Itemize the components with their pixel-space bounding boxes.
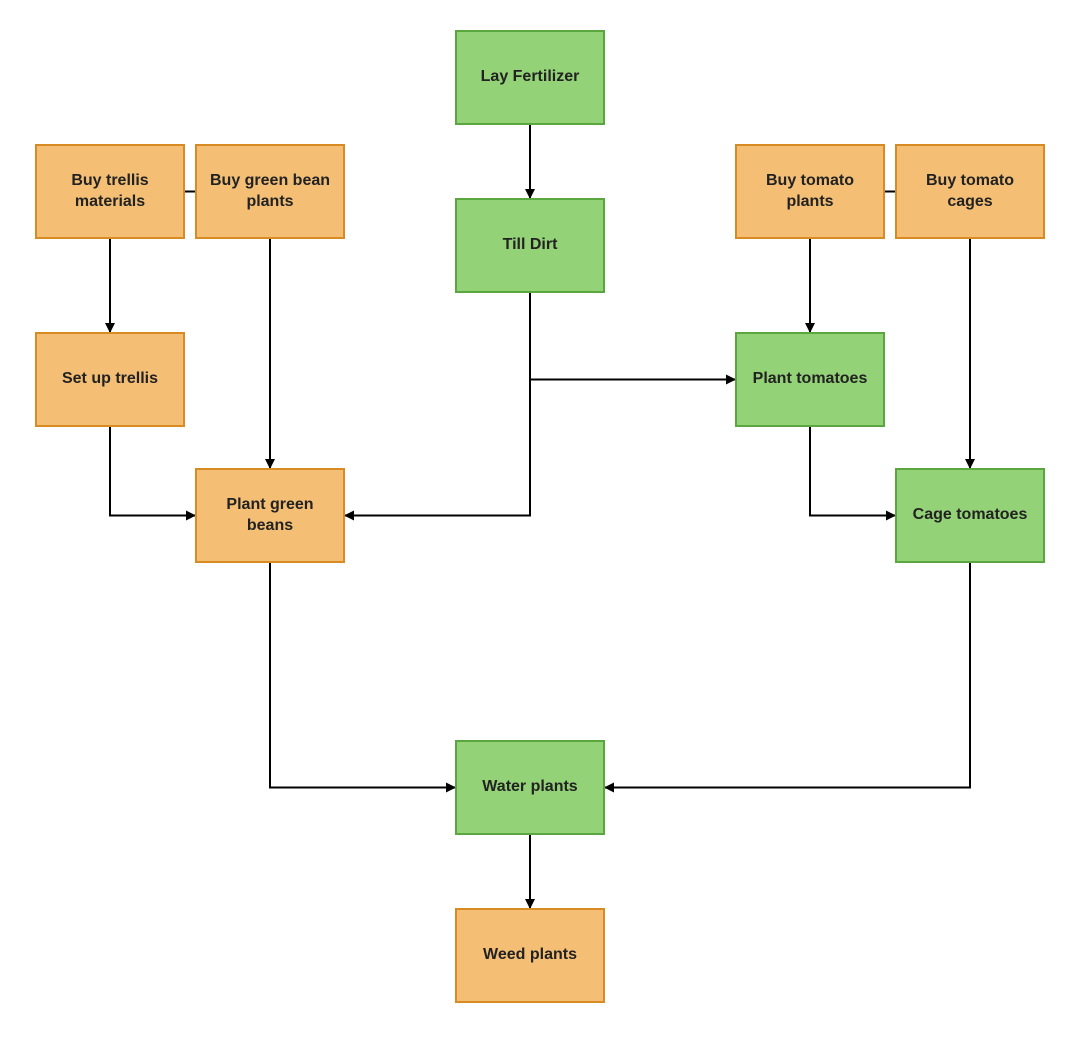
- connector-till_dirt-to-plant_green_beans: [345, 293, 530, 516]
- node-set-up-trellis: Set up trellis: [35, 332, 185, 427]
- connector-till_dirt-to-plant_tomatoes: [530, 293, 735, 380]
- node-label: Weed plants: [483, 945, 577, 966]
- node-weed-plants: Weed plants: [455, 908, 605, 1003]
- node-label: Plant tomatoes: [753, 369, 868, 390]
- node-lay-fertilizer: Lay Fertilizer: [455, 30, 605, 125]
- node-label: Set up trellis: [62, 369, 158, 390]
- node-cage-tomatoes: Cage tomatoes: [895, 468, 1045, 563]
- flowchart-canvas: Lay Fertilizer Till Dirt Buy trellis mat…: [0, 0, 1079, 1048]
- node-label: Buy trellis materials: [43, 171, 177, 213]
- node-plant-green-beans: Plant green beans: [195, 468, 345, 563]
- node-plant-tomatoes: Plant tomatoes: [735, 332, 885, 427]
- connector-cage_tomatoes-to-water_plants: [605, 563, 970, 788]
- connector-plant_tomatoes-to-cage_tomatoes: [810, 427, 895, 516]
- connector-plant_green_beans-to-water_plants: [270, 563, 455, 788]
- node-label: Plant green beans: [203, 495, 337, 537]
- node-buy-tomato-cages: Buy tomato cages: [895, 144, 1045, 239]
- connector-set_up_trellis-to-plant_green_beans: [110, 427, 195, 516]
- node-water-plants: Water plants: [455, 740, 605, 835]
- node-label: Till Dirt: [503, 235, 558, 256]
- node-till-dirt: Till Dirt: [455, 198, 605, 293]
- node-label: Cage tomatoes: [913, 505, 1028, 526]
- node-label: Lay Fertilizer: [481, 67, 580, 88]
- node-buy-green-bean-plants: Buy green bean plants: [195, 144, 345, 239]
- node-label: Buy tomato cages: [903, 171, 1037, 213]
- node-label: Water plants: [482, 777, 577, 798]
- node-buy-tomato-plants: Buy tomato plants: [735, 144, 885, 239]
- node-label: Buy tomato plants: [743, 171, 877, 213]
- node-label: Buy green bean plants: [203, 171, 337, 213]
- node-buy-trellis-materials: Buy trellis materials: [35, 144, 185, 239]
